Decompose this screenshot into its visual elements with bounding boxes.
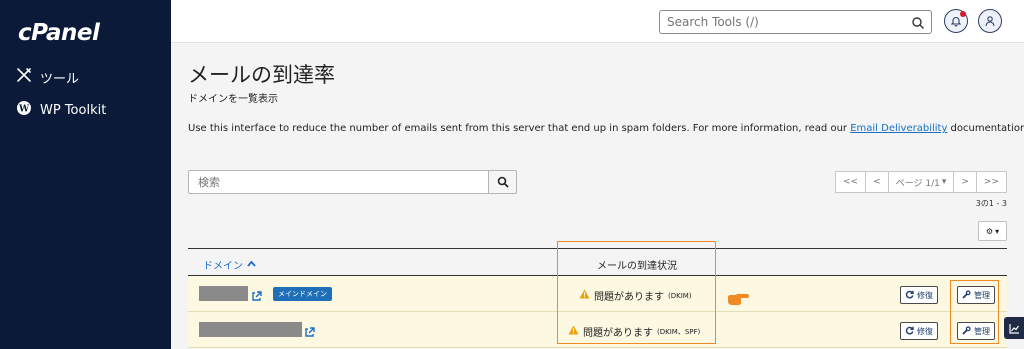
page-label: ページ 1/1 (895, 178, 940, 189)
notification-dot (960, 11, 966, 17)
manage-column-highlight (950, 280, 999, 344)
first-page-button[interactable]: << (835, 171, 867, 193)
wordpress-icon: W (16, 100, 32, 120)
top-header (171, 0, 1024, 43)
repair-button[interactable]: 修復 (900, 322, 938, 340)
external-link-icon[interactable] (251, 287, 262, 306)
svg-text:W: W (18, 105, 30, 115)
description-text-end: documentation. (947, 123, 1024, 134)
refresh-icon (905, 290, 914, 301)
page-subtitle: ドメインを一覧表示 (188, 94, 278, 105)
filter-search-button[interactable] (488, 170, 517, 194)
repair-button[interactable]: 修復 (900, 286, 938, 304)
pagination: << < ページ 1/1 ▾ > >> (835, 171, 1007, 193)
redacted-domain (199, 286, 248, 301)
sidebar-item-label: WP Toolkit (40, 102, 107, 118)
side-panel-toggle[interactable] (1004, 317, 1024, 339)
filter-input[interactable] (188, 170, 488, 194)
user-icon (984, 12, 996, 31)
repair-label: 修復 (917, 326, 933, 336)
chart-icon (1008, 319, 1020, 338)
page-description: Use this interface to reduce the number … (188, 123, 1024, 134)
page-select[interactable]: ページ 1/1 ▾ (887, 171, 955, 193)
column-label: ドメイン (203, 261, 243, 272)
external-link-icon[interactable] (304, 323, 315, 342)
search-tools-field[interactable] (659, 10, 932, 34)
main-domain-badge: メインドメイン (273, 287, 332, 301)
settings-dropdown-button[interactable]: ⚙ ▾ (978, 221, 1007, 241)
tools-icon (16, 67, 32, 87)
caret-down-icon: ▾ (995, 226, 1000, 236)
caret-down-icon: ▾ (941, 177, 947, 187)
notifications-button[interactable] (944, 9, 968, 33)
description-text: Use this interface to reduce the number … (188, 123, 851, 134)
repair-label: 修復 (917, 290, 933, 300)
search-tools-input[interactable] (660, 11, 900, 33)
user-menu-button[interactable] (978, 9, 1002, 33)
status-column-highlight (557, 241, 716, 344)
search-icon (497, 173, 509, 192)
sidebar-item-label: ツール (40, 71, 80, 87)
sidebar-item-wp-toolkit[interactable]: W WP Toolkit (16, 100, 106, 120)
cpanel-logo[interactable]: cPanel (18, 20, 100, 46)
email-deliverability-link[interactable]: Email Deliverability (850, 123, 947, 134)
next-page-button[interactable]: > (953, 171, 977, 193)
refresh-icon (905, 326, 914, 337)
search-icon[interactable] (911, 15, 925, 34)
pointing-hand-icon (727, 290, 749, 309)
last-page-button[interactable]: >> (975, 171, 1007, 193)
sidebar: cPanel ツール W WP Toolkit (0, 0, 171, 349)
prev-page-button[interactable]: < (865, 171, 889, 193)
chevron-up-icon (247, 259, 256, 270)
filter-bar (188, 170, 517, 194)
results-range: 3の1 - 3 (975, 199, 1007, 208)
sidebar-item-tools[interactable]: ツール (16, 67, 79, 87)
page-title: メールの到達率 (188, 63, 335, 87)
gear-icon: ⚙ (985, 226, 994, 236)
sort-domain-header[interactable]: ドメイン (203, 257, 256, 272)
redacted-domain (199, 322, 302, 337)
